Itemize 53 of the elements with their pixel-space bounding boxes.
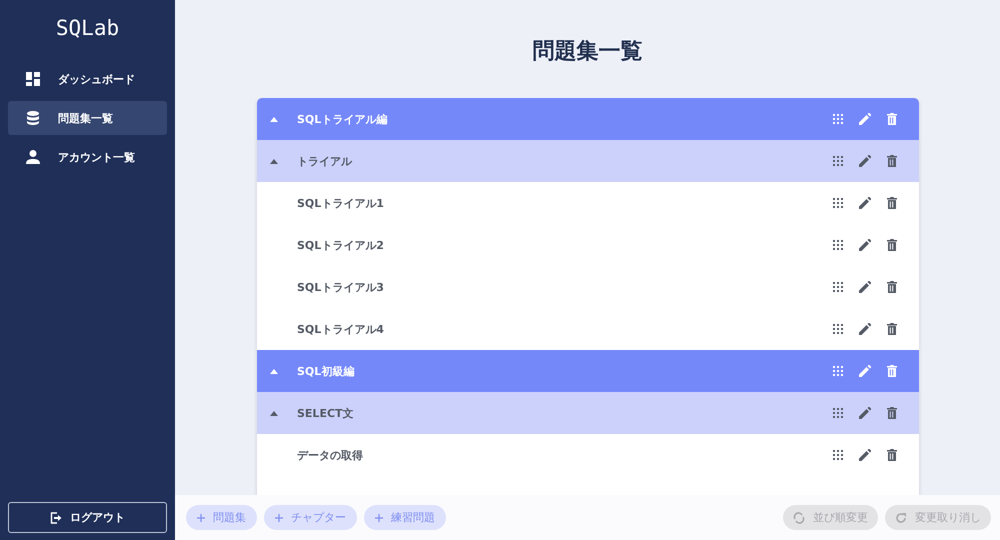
edit-icon[interactable] xyxy=(859,449,871,461)
problem-title[interactable]: SQLトライアル2 xyxy=(297,238,384,252)
database-icon xyxy=(26,111,40,125)
chapter-title[interactable]: トライアル xyxy=(297,154,352,168)
logout-icon xyxy=(50,512,62,524)
plus-icon xyxy=(375,514,383,522)
edit-icon[interactable] xyxy=(859,197,871,209)
drag-handle-icon[interactable] xyxy=(833,450,843,460)
page-title: 問題集一覧 xyxy=(532,38,644,66)
caret-icon[interactable] xyxy=(270,116,278,122)
drag-handle-icon[interactable] xyxy=(833,408,843,418)
problem-title[interactable]: SQLトライアル3 xyxy=(297,280,384,294)
nav-item[interactable]: 問題集一覧 xyxy=(8,101,167,135)
plus-icon xyxy=(197,514,205,522)
problem-title[interactable]: データの取得 xyxy=(297,448,363,462)
nav-item[interactable]: アカウント一覧 xyxy=(8,140,167,174)
delete-icon[interactable] xyxy=(887,407,897,419)
edit-icon[interactable] xyxy=(859,323,871,335)
sync-icon xyxy=(793,512,805,524)
delete-icon[interactable] xyxy=(887,113,897,125)
delete-icon[interactable] xyxy=(887,365,897,377)
edit-icon[interactable] xyxy=(859,113,871,125)
plus-icon xyxy=(275,514,283,522)
edit-icon[interactable] xyxy=(859,365,871,377)
caret-icon[interactable] xyxy=(270,410,278,416)
drag-handle-icon[interactable] xyxy=(833,366,843,376)
drag-handle-icon[interactable] xyxy=(833,156,843,166)
drag-handle-icon[interactable] xyxy=(833,282,843,292)
drag-handle-icon[interactable] xyxy=(833,324,843,334)
logo: SQLab xyxy=(54,16,120,40)
edit-icon[interactable] xyxy=(859,281,871,293)
delete-icon[interactable] xyxy=(887,281,897,293)
delete-icon[interactable] xyxy=(887,449,897,461)
problem-title[interactable]: SQLトライアル1 xyxy=(297,196,384,210)
edit-icon[interactable] xyxy=(859,407,871,419)
edit-icon[interactable] xyxy=(859,239,871,251)
delete-icon[interactable] xyxy=(887,155,897,167)
edit-icon[interactable] xyxy=(859,155,871,167)
dashboard-icon xyxy=(26,72,40,86)
drag-handle-icon[interactable] xyxy=(833,198,843,208)
drag-handle-icon[interactable] xyxy=(833,240,843,250)
problem-title[interactable]: SQLトライアル4 xyxy=(297,322,384,336)
person-icon xyxy=(26,150,40,164)
chapter-title[interactable]: SELECT文 xyxy=(297,406,354,420)
delete-icon[interactable] xyxy=(887,239,897,251)
nav-item[interactable]: ダッシュボード xyxy=(8,62,167,96)
drag-handle-icon[interactable] xyxy=(833,114,843,124)
refresh-icon xyxy=(895,512,907,524)
logout-button[interactable]: ログアウト xyxy=(8,502,167,533)
caret-icon[interactable] xyxy=(270,158,278,164)
caret-icon[interactable] xyxy=(270,368,278,374)
delete-icon[interactable] xyxy=(887,323,897,335)
delete-icon[interactable] xyxy=(887,197,897,209)
